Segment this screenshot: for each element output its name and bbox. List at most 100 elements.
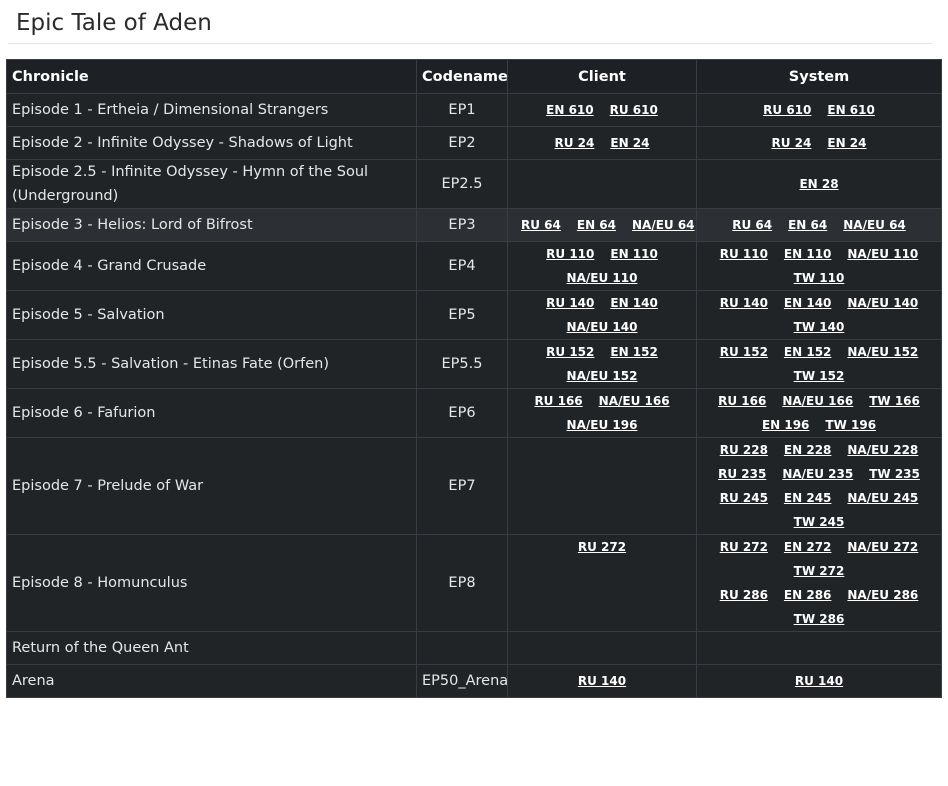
link-line: RU 110 EN 110 NA/EU 110 (702, 242, 936, 266)
system-download-link[interactable]: EN 286 (784, 583, 831, 607)
link-line: RU 272 (513, 535, 691, 559)
system-download-link[interactable]: NA/EU 166 (782, 389, 853, 413)
system-download-link[interactable]: RU 228 (720, 438, 768, 462)
client-download-link[interactable]: EN 610 (546, 98, 593, 122)
table-row: Episode 7 - Prelude of War EP7 RU 228 EN 22… (6, 437, 942, 535)
system-downloads: RU 140 (696, 664, 942, 698)
table-row: Episode 4 - Grand Crusade EP4 RU 110 EN 110… (6, 241, 942, 291)
link-line: RU 140 (513, 669, 691, 693)
system-download-link[interactable]: NA/EU 235 (782, 462, 853, 486)
system-download-link[interactable]: RU 140 (795, 669, 843, 693)
system-download-link[interactable]: TW 152 (794, 364, 845, 388)
client-download-link[interactable]: EN 24 (610, 131, 649, 155)
system-download-link[interactable]: RU 245 (720, 486, 768, 510)
system-downloads: EN 28 (696, 159, 942, 209)
system-downloads: RU 24 EN 24 (696, 126, 942, 160)
client-download-link[interactable]: RU 166 (534, 389, 582, 413)
client-download-link[interactable]: EN 64 (577, 213, 616, 237)
system-download-link[interactable]: TW 196 (825, 413, 876, 437)
system-download-link[interactable]: NA/EU 286 (847, 583, 918, 607)
system-download-link[interactable]: TW 166 (869, 389, 920, 413)
codename (416, 631, 508, 665)
system-download-link[interactable]: NA/EU 152 (847, 340, 918, 364)
client-downloads: RU 166 NA/EU 166 NA/EU 196 (507, 388, 697, 438)
system-download-link[interactable]: TW 272 (794, 559, 845, 583)
system-download-link[interactable]: EN 24 (827, 131, 866, 155)
link-line: EN 28 (702, 172, 936, 196)
system-download-link[interactable]: EN 196 (762, 413, 809, 437)
link-line: NA/EU 196 (513, 413, 691, 437)
system-download-link[interactable]: RU 110 (720, 242, 768, 266)
system-download-link[interactable]: NA/EU 228 (847, 438, 918, 462)
system-download-link[interactable]: EN 272 (784, 535, 831, 559)
link-line: TW 272 (702, 559, 936, 583)
system-downloads: RU 140 EN 140 NA/EU 140 TW 140 (696, 290, 942, 340)
client-download-link[interactable]: NA/EU 140 (567, 315, 638, 339)
system-download-link[interactable]: RU 152 (720, 340, 768, 364)
table-row: Episode 1 - Ertheia / Dimensional Strang… (6, 93, 942, 127)
system-download-link[interactable]: RU 24 (772, 131, 812, 155)
system-download-link[interactable]: NA/EU 140 (847, 291, 918, 315)
chronicle-name: Episode 2 - Infinite Odyssey - Shadows o… (6, 126, 417, 160)
link-line: RU 152 EN 152 (513, 340, 691, 364)
system-download-link[interactable]: EN 140 (784, 291, 831, 315)
client-download-link[interactable]: NA/EU 196 (567, 413, 638, 437)
system-download-link[interactable]: RU 286 (720, 583, 768, 607)
chronicle-name: Episode 5.5 - Salvation - Etinas Fate (O… (6, 339, 417, 389)
system-download-link[interactable]: EN 245 (784, 486, 831, 510)
codename: EP4 (416, 241, 508, 291)
system-download-link[interactable]: EN 610 (827, 98, 874, 122)
link-line: RU 245 EN 245 NA/EU 245 (702, 486, 936, 510)
table-row: Episode 8 - Homunculus EP8 RU 272 RU 272 EN … (6, 534, 942, 632)
system-download-link[interactable]: RU 64 (732, 213, 772, 237)
table-body: Episode 1 - Ertheia / Dimensional Strang… (6, 93, 942, 698)
client-download-link[interactable]: EN 110 (610, 242, 657, 266)
system-download-link[interactable]: RU 166 (718, 389, 766, 413)
client-download-link[interactable]: EN 140 (610, 291, 657, 315)
client-download-link[interactable]: RU 140 (546, 291, 594, 315)
system-download-link[interactable]: RU 272 (720, 535, 768, 559)
client-download-link[interactable]: RU 24 (555, 131, 595, 155)
system-download-link[interactable]: EN 28 (799, 172, 838, 196)
system-download-link[interactable]: RU 610 (763, 98, 811, 122)
system-download-link[interactable]: TW 235 (869, 462, 920, 486)
client-download-link[interactable]: RU 140 (578, 669, 626, 693)
system-download-link[interactable]: EN 228 (784, 438, 831, 462)
client-download-link[interactable]: RU 110 (546, 242, 594, 266)
client-download-link[interactable]: RU 64 (521, 213, 561, 237)
client-download-link[interactable]: NA/EU 64 (632, 213, 695, 237)
system-downloads: RU 166 NA/EU 166 TW 166 EN 196 TW 196 (696, 388, 942, 438)
system-download-link[interactable]: NA/EU 64 (843, 213, 906, 237)
system-download-link[interactable]: EN 110 (784, 242, 831, 266)
system-download-link[interactable]: TW 245 (794, 510, 845, 534)
codename: EP8 (416, 534, 508, 632)
codename: EP3 (416, 208, 508, 242)
system-download-link[interactable]: RU 235 (718, 462, 766, 486)
system-download-link[interactable]: NA/EU 110 (847, 242, 918, 266)
client-download-link[interactable]: NA/EU 152 (567, 364, 638, 388)
codename: EP5 (416, 290, 508, 340)
system-download-link[interactable]: EN 64 (788, 213, 827, 237)
table-header-row: Chronicle Codename Client System (6, 59, 942, 94)
client-download-link[interactable]: RU 272 (578, 535, 626, 559)
title-divider (8, 43, 932, 44)
link-line: RU 140 (702, 669, 936, 693)
system-download-link[interactable]: TW 286 (794, 607, 845, 631)
system-download-link[interactable]: TW 140 (794, 315, 845, 339)
system-download-link[interactable]: NA/EU 245 (847, 486, 918, 510)
client-download-link[interactable]: EN 152 (610, 340, 657, 364)
system-download-link[interactable]: EN 152 (784, 340, 831, 364)
system-download-link[interactable]: RU 140 (720, 291, 768, 315)
header-codename: Codename (416, 59, 508, 94)
page-title: Epic Tale of Aden (16, 10, 212, 36)
system-download-link[interactable]: NA/EU 272 (847, 535, 918, 559)
client-download-link[interactable]: RU 610 (610, 98, 658, 122)
link-line: RU 110 EN 110 (513, 242, 691, 266)
client-download-link[interactable]: NA/EU 110 (567, 266, 638, 290)
client-download-link[interactable]: NA/EU 166 (599, 389, 670, 413)
system-download-link[interactable]: TW 110 (794, 266, 845, 290)
chronicle-table: Chronicle Codename Client System Episode… (6, 59, 942, 698)
client-download-link[interactable]: RU 152 (546, 340, 594, 364)
system-downloads: RU 272 EN 272 NA/EU 272 TW 272 RU 286 EN 286 N… (696, 534, 942, 632)
system-downloads: RU 152 EN 152 NA/EU 152 TW 152 (696, 339, 942, 389)
